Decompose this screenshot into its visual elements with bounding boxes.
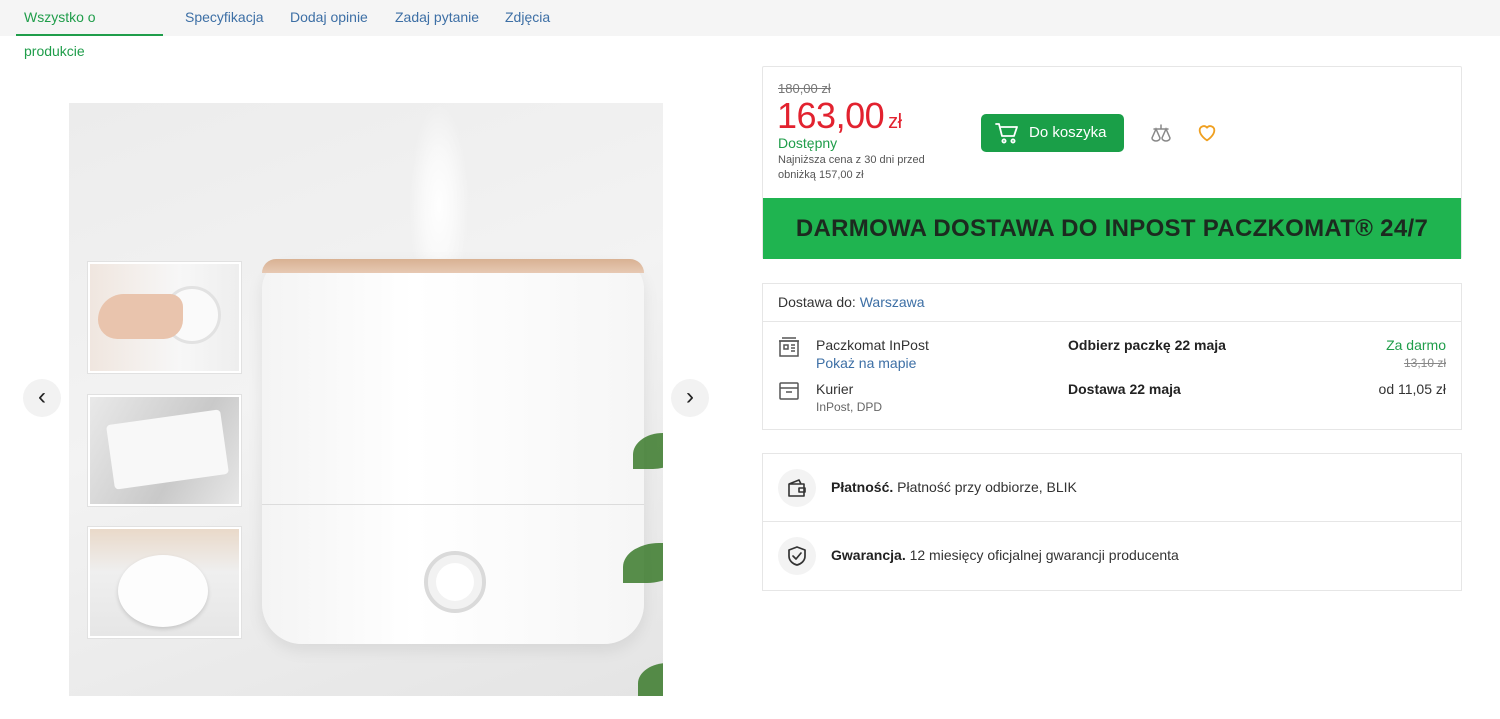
show-on-map-link[interactable]: Pokaż na mapie	[816, 355, 916, 371]
gallery-next-button[interactable]: ›	[671, 379, 709, 417]
parcel-locker-icon	[779, 337, 799, 357]
availability-status: Dostępny	[778, 135, 838, 151]
tab-add-review[interactable]: Dodaj opinie	[282, 0, 376, 36]
delivery-option-name: Paczkomat InPost	[816, 337, 929, 353]
gallery-prev-button[interactable]: ‹	[23, 379, 61, 417]
info-card: Płatność. Płatność przy odbiorze, BLIK G…	[762, 453, 1462, 591]
delivery-option: Kurier InPost, DPD Dostawa 22 maja od 11…	[763, 378, 1461, 422]
compare-icon[interactable]	[1149, 122, 1173, 146]
courier-box-icon	[779, 382, 799, 400]
chevron-right-icon: ›	[686, 383, 694, 410]
delivery-card: Dostawa do: Warszawa Paczkomat InPost Po…	[762, 283, 1462, 430]
delivery-old-price: 13,10 zł	[1403, 356, 1446, 370]
humidifier-body	[262, 259, 644, 644]
delivery-date: Dostawa 22 maja	[1068, 381, 1181, 397]
delivery-price: Za darmo	[1386, 337, 1446, 353]
heart-icon[interactable]	[1196, 122, 1218, 144]
tab-ask-question[interactable]: Zadaj pytanie	[387, 0, 487, 36]
tab-specification[interactable]: Specyfikacja	[177, 0, 272, 36]
inset-image-filter	[88, 395, 241, 506]
product-tabs: Wszystko o produkcie Specyfikacja Dodaj …	[0, 0, 1500, 59]
shield-check-icon	[778, 537, 816, 575]
delivery-destination: Dostawa do: Warszawa	[778, 294, 925, 310]
divider	[763, 321, 1461, 322]
tab-all-about-product[interactable]: Wszystko o produkcie	[16, 0, 163, 59]
courier-carriers: InPost, DPD	[816, 400, 883, 414]
chevron-left-icon: ‹	[38, 383, 46, 410]
plant-decoration	[593, 423, 663, 696]
mist-graphic	[409, 103, 469, 273]
warranty-info: Gwarancja. 12 miesięcy oficjalnej gwaran…	[763, 522, 1461, 590]
lowest-price-note: Najniższa cena z 30 dni przed obniżką 15…	[778, 154, 925, 181]
delivery-price: od 11,05 zł	[1378, 381, 1446, 397]
payment-text: Płatność. Płatność przy odbiorze, BLIK	[831, 479, 1077, 495]
wallet-icon	[778, 469, 816, 507]
inset-image-cap	[88, 527, 241, 638]
delivery-date: Odbierz paczkę 22 maja	[1068, 337, 1226, 353]
currency: zł	[888, 111, 902, 133]
humidifier-dial	[424, 551, 486, 613]
cart-icon	[995, 123, 1018, 144]
current-price: 163,00 zł	[777, 95, 902, 136]
free-delivery-banner[interactable]: DARMOWA DOSTAWA DO INPOST PACZKOMAT® 24/…	[763, 198, 1461, 259]
tab-photos[interactable]: Zdjęcia	[497, 0, 558, 36]
price-card: 180,00 zł 163,00 zł Dostępny Najniższa ce…	[762, 66, 1462, 259]
inset-image-dial	[88, 262, 241, 373]
destination-city-link[interactable]: Warszawa	[860, 294, 925, 310]
delivery-option-name: Kurier	[816, 381, 854, 397]
old-price: 180,00 zł	[778, 81, 831, 96]
payment-info: Płatność. Płatność przy odbiorze, BLIK	[763, 454, 1461, 522]
product-image	[69, 103, 663, 696]
delivery-option: Paczkomat InPost Pokaż na mapie Odbierz …	[763, 334, 1461, 378]
warranty-text: Gwarancja. 12 miesięcy oficjalnej gwaran…	[831, 547, 1179, 563]
add-to-cart-button[interactable]: Do koszyka	[981, 114, 1124, 152]
